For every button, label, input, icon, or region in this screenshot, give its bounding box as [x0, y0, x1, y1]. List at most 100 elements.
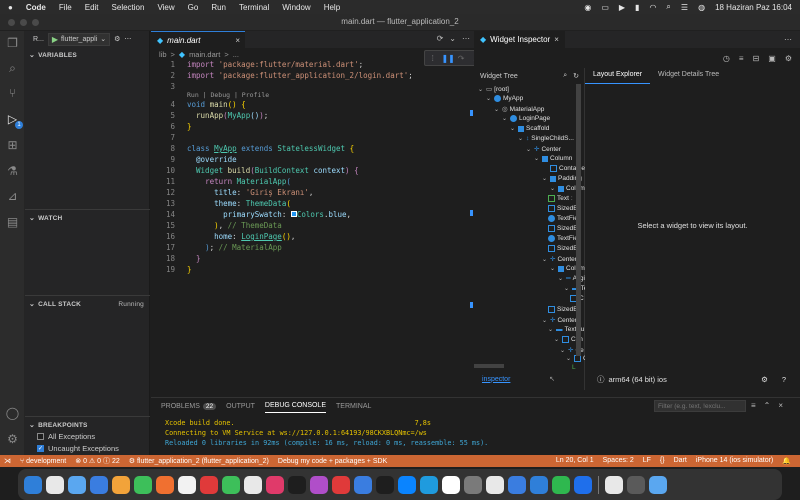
app-menu[interactable]: Code	[26, 3, 46, 12]
remote-indicator-icon[interactable]: ⋊	[4, 457, 11, 465]
tab-layout-explorer[interactable]: Layout Explorer	[585, 68, 651, 84]
tree-node[interactable]: L	[572, 364, 576, 371]
tree-node[interactable]: Container	[550, 165, 587, 172]
clear-console-icon[interactable]: ≡	[751, 401, 756, 410]
dock-app-icon[interactable]	[376, 475, 394, 494]
tab-main-dart[interactable]: ◆ main.dart ×	[151, 31, 245, 48]
dock-app-icon[interactable]	[200, 475, 218, 494]
tree-node[interactable]: ⌄ ✛ Center	[542, 255, 577, 264]
dock-app-icon[interactable]	[442, 475, 460, 494]
hot-reload-icon[interactable]: ⟳	[437, 34, 444, 43]
dock-app-icon[interactable]	[649, 475, 667, 494]
breakpoint-uncaught-exceptions[interactable]: ✓ Uncaught Exceptions	[37, 444, 119, 453]
play-icon[interactable]: ▶	[619, 3, 625, 12]
dock-app-icon[interactable]	[354, 475, 372, 494]
tab-widget-details-tree[interactable]: Widget Details Tree	[650, 68, 727, 84]
dock-app-icon[interactable]	[266, 475, 284, 494]
control-center-icon[interactable]: ☰	[681, 3, 688, 12]
tree-node[interactable]: ⌄ ◎ MaterialApp	[494, 105, 544, 114]
tab-output[interactable]: OUTPUT	[226, 400, 255, 413]
drag-handle-icon[interactable]: ⁞	[428, 54, 437, 63]
dock-app-icon[interactable]	[244, 475, 262, 494]
callstack-section[interactable]: ⌄ CALL STACK Running	[25, 297, 150, 311]
folder-icon[interactable]: ▤	[4, 214, 21, 231]
dock-app-icon[interactable]	[508, 475, 526, 494]
start-debug-icon[interactable]: ▶	[52, 35, 58, 44]
tree-node[interactable]: Text:	[548, 195, 573, 202]
inspector-link[interactable]: inspector	[482, 376, 510, 383]
branch-indicator[interactable]: ⑂ development	[20, 458, 66, 465]
indentation[interactable]: Spaces: 2	[603, 457, 634, 465]
dock-app-icon[interactable]	[420, 475, 438, 494]
tab-widget-inspector[interactable]: ◆ Widget Inspector ×	[474, 31, 565, 48]
menu-terminal[interactable]: Terminal	[239, 3, 269, 12]
close-icon[interactable]: ×	[554, 35, 559, 44]
run-debug-icon[interactable]: ▷ 1	[4, 111, 23, 129]
notifications-bell-icon[interactable]: 🔔	[782, 457, 791, 465]
tree-node[interactable]: ⌄ Scaffold	[510, 125, 549, 132]
variables-section[interactable]: ⌄ VARIABLES	[25, 48, 150, 62]
battery-icon[interactable]: ▮	[635, 3, 639, 12]
dock-app-icon[interactable]	[486, 475, 504, 494]
dock-app-icon[interactable]	[530, 475, 548, 494]
dock-app-icon[interactable]	[574, 475, 592, 494]
checkbox[interactable]	[37, 433, 44, 440]
dock-app-icon[interactable]	[134, 475, 152, 494]
dock-app-icon[interactable]	[112, 475, 130, 494]
search-icon[interactable]: ⌕	[666, 2, 670, 12]
line-ending[interactable]: LF	[643, 457, 651, 465]
dock-app-icon[interactable]	[178, 475, 196, 494]
menu-file[interactable]: File	[59, 3, 72, 12]
menu-window[interactable]: Window	[282, 3, 310, 12]
tree-node[interactable]: ⌄Column	[534, 155, 572, 162]
debug-mode-indicator[interactable]: Debug my code + packages + SDK	[278, 458, 387, 465]
more-icon[interactable]: ⋯	[784, 35, 792, 44]
breadcrumb-item[interactable]: main.dart	[189, 50, 220, 59]
more-icon[interactable]: ⋯	[124, 35, 131, 43]
dock-app-icon[interactable]	[46, 475, 64, 494]
dock-app-icon[interactable]	[310, 475, 328, 494]
ruler-icon[interactable]: ⊟	[753, 54, 760, 63]
search-icon[interactable]: ⌕	[563, 72, 567, 80]
tree-horizontal-scrollbar[interactable]	[474, 364, 504, 368]
tab-debug-console[interactable]: DEBUG CONSOLE	[264, 399, 326, 413]
testing-icon[interactable]: ⚗	[4, 163, 21, 180]
tab-terminal[interactable]: TERMINAL	[336, 400, 371, 413]
tree-node[interactable]: ⌄ ↕ SingleChildS...	[518, 135, 574, 142]
menu-go[interactable]: Go	[188, 3, 199, 12]
dock-app-icon[interactable]	[552, 475, 570, 494]
menu-view[interactable]: View	[157, 3, 174, 12]
timer-icon[interactable]: ◷	[723, 54, 730, 63]
dock-app-icon[interactable]	[222, 475, 240, 494]
device-selector[interactable]: iPhone 14 (ios simulator)	[696, 457, 773, 465]
tree-node[interactable]: ⌄ ✛ Center	[542, 316, 577, 325]
siri-icon[interactable]: ◍	[698, 3, 705, 12]
window-icon[interactable]: ▭	[601, 3, 609, 12]
explorer-icon[interactable]: ❐	[4, 35, 21, 52]
cursor-position[interactable]: Ln 20, Col 1	[556, 457, 594, 465]
tree-node[interactable]: ⌄ ✛ Center	[526, 145, 561, 154]
language-mode[interactable]: Dart	[674, 457, 687, 465]
dock-app-icon[interactable]	[156, 475, 174, 494]
code-editor[interactable]: 1 2 3 4 5 6 7 8 9 10 11 12 13 14 15 16 1…	[151, 60, 474, 390]
settings-gear-icon[interactable]: ⚙	[761, 375, 768, 384]
tree-vertical-scrollbar[interactable]	[576, 84, 581, 356]
refresh-icon[interactable]: ↻	[573, 72, 579, 80]
sliders-icon[interactable]: ≡	[739, 54, 744, 63]
more-icon[interactable]: ⋯	[462, 34, 470, 43]
menu-help[interactable]: Help	[324, 3, 340, 12]
console-filter-input[interactable]	[654, 400, 746, 412]
pause-icon[interactable]: ❚❚	[441, 54, 454, 63]
dock-app-icon[interactable]	[605, 475, 623, 494]
maximize-panel-icon[interactable]: ⌃	[764, 401, 771, 410]
breadcrumb-item[interactable]: ...	[233, 50, 239, 59]
tree-node[interactable]: ⌄ MyApp	[486, 95, 523, 102]
breakpoint-all-exceptions[interactable]: All Exceptions	[37, 432, 95, 441]
dock-app-icon[interactable]	[90, 475, 108, 494]
tree-node[interactable]: ⌄Column	[550, 185, 588, 192]
frame-icon[interactable]: ▣	[768, 54, 776, 63]
record-icon[interactable]: ◉	[584, 3, 591, 12]
close-icon[interactable]: ×	[235, 36, 240, 45]
tree-node[interactable]: TextFiel	[548, 215, 579, 222]
dock-app-icon[interactable]	[68, 475, 86, 494]
